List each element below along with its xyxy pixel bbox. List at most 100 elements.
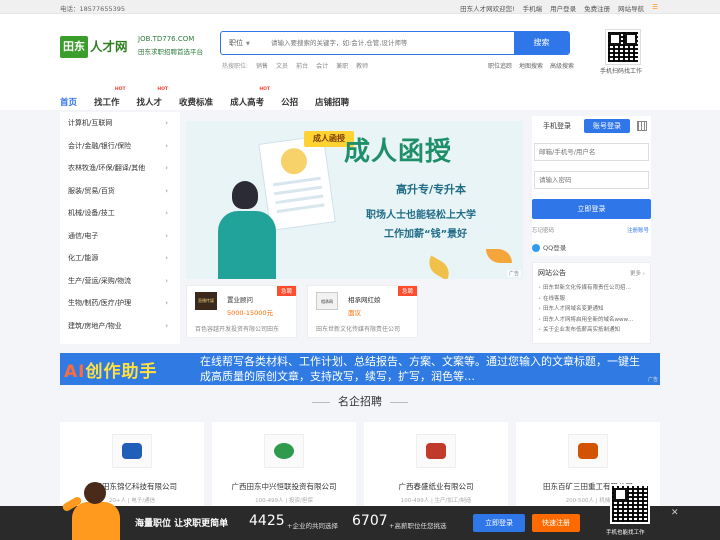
hot-badge: HOT (157, 87, 169, 92)
hot-keyword[interactable]: 教师 (356, 61, 368, 70)
job-salary: 面议 (348, 309, 361, 317)
welcome-text: 田东人才网欢迎您! (460, 5, 515, 13)
banner-line1: 高升专/专升本 (396, 183, 467, 196)
hot-keyword[interactable]: 前台 (296, 61, 308, 70)
category-item[interactable]: 化工/能源 › (60, 247, 180, 270)
hot-keywords: 热搜职位: 销售 文员 前台 会计 兼职 教师 (222, 61, 368, 70)
job-title: 相承网红娘 (348, 296, 381, 304)
banner-line2: 职场人士也能轻松上大学 (366, 210, 476, 221)
username-input[interactable] (534, 143, 649, 161)
notice-more-link[interactable]: 更多 › (630, 269, 645, 277)
company-name: 广西春盛纸业有限公司 (398, 482, 474, 491)
hero-banner[interactable]: 成人函授 成人函授 高升专/专升本 职场人士也能轻松上大学 工作加薪“钱”景好 … (186, 121, 523, 279)
company-count: 4425 (249, 513, 285, 529)
search-input[interactable] (271, 36, 511, 50)
login-panel: 手机登录 账号登录 立即登录 忘记密码 注册账号 QQ登录 (532, 116, 651, 256)
chevron-right-icon: › (165, 164, 168, 172)
company-info: 100-499人 | 投资/担保 (255, 498, 313, 504)
urgent-badge: 急聘 (397, 286, 417, 296)
company-logo: 直播传媒 (195, 292, 217, 310)
qq-login-link[interactable]: QQ登录 (532, 242, 566, 252)
site-logo[interactable]: 田东 人才网 JOB.TD776.COM 田东求职招聘首选平台 (60, 34, 220, 70)
company-logo: 相承网 (316, 292, 338, 310)
company-logo (264, 434, 304, 468)
tab-account-login[interactable]: 账号登录 (584, 119, 630, 133)
chevron-down-icon: ▼ (246, 41, 250, 47)
category-item[interactable]: 建筑/房地产/物业 › (60, 315, 180, 338)
nav-public-recruit[interactable]: 公招 (281, 96, 298, 116)
banner-line3: 工作加薪“钱”景好 (384, 229, 468, 240)
category-item[interactable]: 生产/营运/采购/物流 › (60, 270, 180, 293)
company-info: 100-499人 | 生产/加工/制造 (400, 498, 472, 504)
chevron-right-icon: › (165, 231, 168, 240)
top-bar: 电话：18577655395 田东人才网欢迎您! 手机端 用户登录 免费注册 网… (0, 0, 720, 14)
hot-keyword[interactable]: 兼职 (336, 61, 348, 70)
bottom-login-button[interactable]: 立即登录 (473, 514, 525, 532)
chevron-right-icon: › (165, 119, 168, 127)
hot-keyword[interactable]: 会计 (316, 61, 328, 70)
close-icon[interactable]: ✕ (671, 508, 679, 518)
leaf-decoration (424, 255, 454, 279)
search-category-select[interactable]: 职位 ▼ (229, 38, 250, 48)
ad-label: 广告 (506, 270, 521, 277)
company-logo (416, 434, 456, 468)
nav-adult-exam[interactable]: 成人高考 HOT (230, 87, 270, 116)
company-card[interactable]: 广西田东中兴恒联投资有限公司 100-499人 | 投资/担保 (212, 422, 356, 512)
qr-login-icon[interactable] (637, 121, 647, 131)
company-card[interactable]: 广西春盛纸业有限公司 100-499人 | 生产/加工/制造 (364, 422, 508, 512)
register-link[interactable]: 注册账号 (627, 226, 649, 234)
banner-headline: 成人函授 (344, 137, 453, 167)
leaf-decoration (486, 249, 512, 263)
search-button[interactable]: 搜索 (514, 32, 569, 54)
tab-mobile-login[interactable]: 手机登录 (536, 119, 578, 133)
notice-item[interactable]: 田东人才网域名变更通知 (538, 304, 648, 315)
job-tracking-link[interactable]: 职位追踪 (488, 61, 512, 70)
advanced-search-link[interactable]: 高级搜索 (550, 61, 574, 70)
job-card[interactable]: 相承网 相承网红娘 面议 田东世新文化传媒有限责任公司 急聘 (307, 285, 418, 338)
job-salary: 5000-15000元 (227, 309, 274, 317)
hot-keyword[interactable]: 文员 (276, 61, 288, 70)
person-illustration (218, 181, 278, 279)
logo-domain: JOB.TD776.COM (138, 35, 195, 43)
urgent-badge: 急聘 (276, 286, 296, 296)
notice-item[interactable]: 田东世新文化传媒有限责任公司招… (538, 283, 648, 294)
login-submit-button[interactable]: 立即登录 (532, 199, 651, 219)
category-item[interactable]: 农林牧渔/环保/翻译/其他 › (60, 157, 180, 180)
ai-brand: AI创作助手 (64, 362, 158, 382)
category-item[interactable]: 服装/贸易/百货 › (60, 180, 180, 203)
ai-assistant-banner[interactable]: AI创作助手 在线帮写各类材料、工作计划、总结报告、方案、文案等。通过您输入的文… (60, 353, 660, 385)
nav-pricing[interactable]: 收费标准 (179, 96, 213, 116)
user-login-link[interactable]: 用户登录 (550, 3, 576, 13)
category-sidebar: 计算机/互联网 › 会计/金融/银行/保险 › 农林牧渔/环保/翻译/其他 › 服装/… (60, 112, 180, 344)
category-item[interactable]: 会计/金融/银行/保险 › (60, 135, 180, 158)
category-item[interactable]: 通信/电子 › (60, 225, 180, 248)
free-register-link[interactable]: 免费注册 (584, 3, 610, 13)
notice-item[interactable]: 关于企业发布低薪高实抵制通知 (538, 325, 648, 336)
map-search-link[interactable]: 地图搜索 (519, 61, 543, 70)
notice-item[interactable]: 田东人才网将启用全新的域名www… (538, 315, 648, 326)
contact-phone: 电话：18577655395 (60, 5, 125, 13)
forgot-password-link[interactable]: 忘记密码 (532, 226, 554, 234)
nav-shop-recruit[interactable]: 店铺招聘 (315, 96, 349, 116)
bottom-qr-caption: 手机也能找工作 (606, 530, 645, 536)
menu-icon[interactable]: ☰ (652, 3, 658, 13)
site-nav-link[interactable]: 网站导航 (618, 3, 644, 13)
category-item[interactable]: 生物/制药/医疗/护理 › (60, 292, 180, 315)
hot-label: 热搜职位: (222, 63, 249, 70)
category-item[interactable]: 计算机/互联网 › (60, 112, 180, 135)
bottom-register-button[interactable]: 快速注册 (532, 514, 580, 532)
search-box: 职位▼ 搜索 (220, 31, 570, 55)
mobile-link[interactable]: 手机端 (523, 3, 543, 13)
password-input[interactable] (534, 171, 649, 189)
job-company: 田东世新文化传媒有限责任公司 (316, 326, 401, 333)
category-item[interactable]: 机械/设备/技工 › (60, 202, 180, 225)
job-card[interactable]: 直播传媒 置业顾问 5000-15000元 百色容越开发投资有限公司田东 急聘 (186, 285, 297, 338)
qr-code-icon (605, 29, 641, 65)
qr-caption: 手机扫码找工作 (600, 68, 643, 75)
chevron-right-icon: › (165, 186, 168, 195)
hot-keyword[interactable]: 销售 (256, 61, 268, 70)
job-count: 6707 (352, 513, 388, 529)
notice-item[interactable]: 在线客服 (538, 294, 648, 305)
site-notice: 网站公告 更多 › 田东世新文化传媒有限责任公司招… 在线客服 田东人才网域名变… (532, 262, 651, 344)
header: 田东 人才网 JOB.TD776.COM 田东求职招聘首选平台 职位▼ 搜索 热… (0, 14, 720, 116)
